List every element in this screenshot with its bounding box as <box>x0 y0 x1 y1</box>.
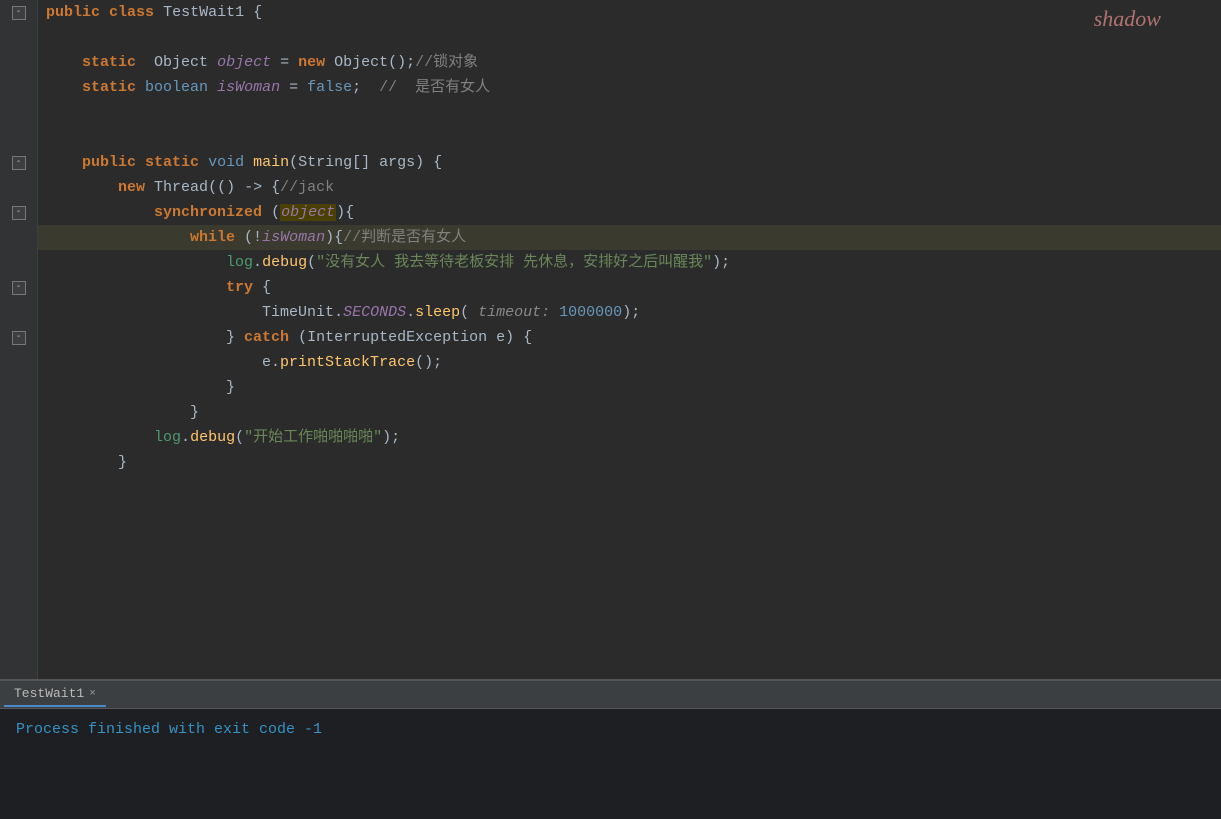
code-line-15: e.printStackTrace(); <box>38 350 1221 375</box>
gutter-line-18 <box>0 425 37 450</box>
line-10-content: while (!isWoman){//判断是否有女人 <box>38 225 1221 250</box>
code-line-1: public class TestWait1 { <box>38 0 1221 25</box>
line-2-content <box>38 25 1221 50</box>
code-line-2 <box>38 25 1221 50</box>
line-19-content: } <box>38 450 1221 475</box>
line-7-content: public static void main(String[] args) { <box>38 150 1221 175</box>
line-13-content: TimeUnit.SECONDS.sleep( timeout: 1000000… <box>38 300 1221 325</box>
bottom-tab-close-icon[interactable]: × <box>89 688 96 700</box>
line-14-content: } catch (InterruptedException e) { <box>38 325 1221 350</box>
line-16-content: } <box>38 375 1221 400</box>
gutter-line-13 <box>0 300 37 325</box>
bottom-panel: TestWait1 × Process finished with exit c… <box>0 679 1221 819</box>
code-line-5 <box>38 100 1221 125</box>
code-line-4: static boolean isWoman = false; // 是否有女人 <box>38 75 1221 100</box>
code-line-12: try { <box>38 275 1221 300</box>
gutter-line-19 <box>0 450 37 475</box>
line-gutter: - - - - - <box>0 0 38 679</box>
line-3-content: static Object object = new Object();//锁对… <box>38 50 1221 75</box>
editor-area: - - - - - shadow public class TestWait1 … <box>0 0 1221 679</box>
line-8-content: new Thread(() -> {//jack <box>38 175 1221 200</box>
line-11-content: log.debug("没有女人 我去等待老板安排 先休息，安排好之后叫醒我"); <box>38 250 1221 275</box>
gutter-line-10 <box>0 225 37 250</box>
fold-line-1[interactable]: - <box>0 0 37 25</box>
line-15-content: e.printStackTrace(); <box>38 350 1221 375</box>
code-line-16: } <box>38 375 1221 400</box>
gutter-line-17 <box>0 400 37 425</box>
line-1-content: public class TestWait1 { <box>38 0 1221 25</box>
line-9-content: synchronized (object){ <box>38 200 1221 225</box>
line-6-content <box>38 125 1221 150</box>
gutter-line-16 <box>0 375 37 400</box>
console-output: Process finished with exit code -1 <box>0 709 1221 750</box>
code-line-9: synchronized (object){ <box>38 200 1221 225</box>
code-line-3: static Object object = new Object();//锁对… <box>38 50 1221 75</box>
code-line-6 <box>38 125 1221 150</box>
code-line-7: public static void main(String[] args) { <box>38 150 1221 175</box>
fold-line-14[interactable]: - <box>0 325 37 350</box>
line-12-content: try { <box>38 275 1221 300</box>
fold-line-12[interactable]: - <box>0 275 37 300</box>
bottom-tab-testwait1[interactable]: TestWait1 × <box>4 682 106 707</box>
code-line-18: log.debug("开始工作啪啪啪啪"); <box>38 425 1221 450</box>
line-5-content <box>38 100 1221 125</box>
line-17-content: } <box>38 400 1221 425</box>
code-line-14: } catch (InterruptedException e) { <box>38 325 1221 350</box>
bottom-tab-label: TestWait1 <box>14 686 84 701</box>
gutter-line-11 <box>0 250 37 275</box>
code-line-19: } <box>38 450 1221 475</box>
gutter-line-15 <box>0 350 37 375</box>
gutter-line-6 <box>0 125 37 150</box>
code-line-13: TimeUnit.SECONDS.sleep( timeout: 1000000… <box>38 300 1221 325</box>
line-18-content: log.debug("开始工作啪啪啪啪"); <box>38 425 1221 450</box>
line-4-content: static boolean isWoman = false; // 是否有女人 <box>38 75 1221 100</box>
gutter-line-3 <box>0 50 37 75</box>
fold-line-9[interactable]: - <box>0 200 37 225</box>
console-output-text: Process finished with exit code -1 <box>16 721 322 738</box>
code-line-17: } <box>38 400 1221 425</box>
fold-line-7[interactable]: - <box>0 150 37 175</box>
code-editor[interactable]: shadow public class TestWait1 { static O… <box>38 0 1221 679</box>
gutter-line-5 <box>0 100 37 125</box>
gutter-line-4 <box>0 75 37 100</box>
code-line-10: while (!isWoman){//判断是否有女人 <box>38 225 1221 250</box>
code-line-11: log.debug("没有女人 我去等待老板安排 先休息，安排好之后叫醒我"); <box>38 250 1221 275</box>
code-line-8: new Thread(() -> {//jack <box>38 175 1221 200</box>
gutter-line-2 <box>0 25 37 50</box>
gutter-line-8 <box>0 175 37 200</box>
bottom-tab-bar: TestWait1 × <box>0 681 1221 709</box>
